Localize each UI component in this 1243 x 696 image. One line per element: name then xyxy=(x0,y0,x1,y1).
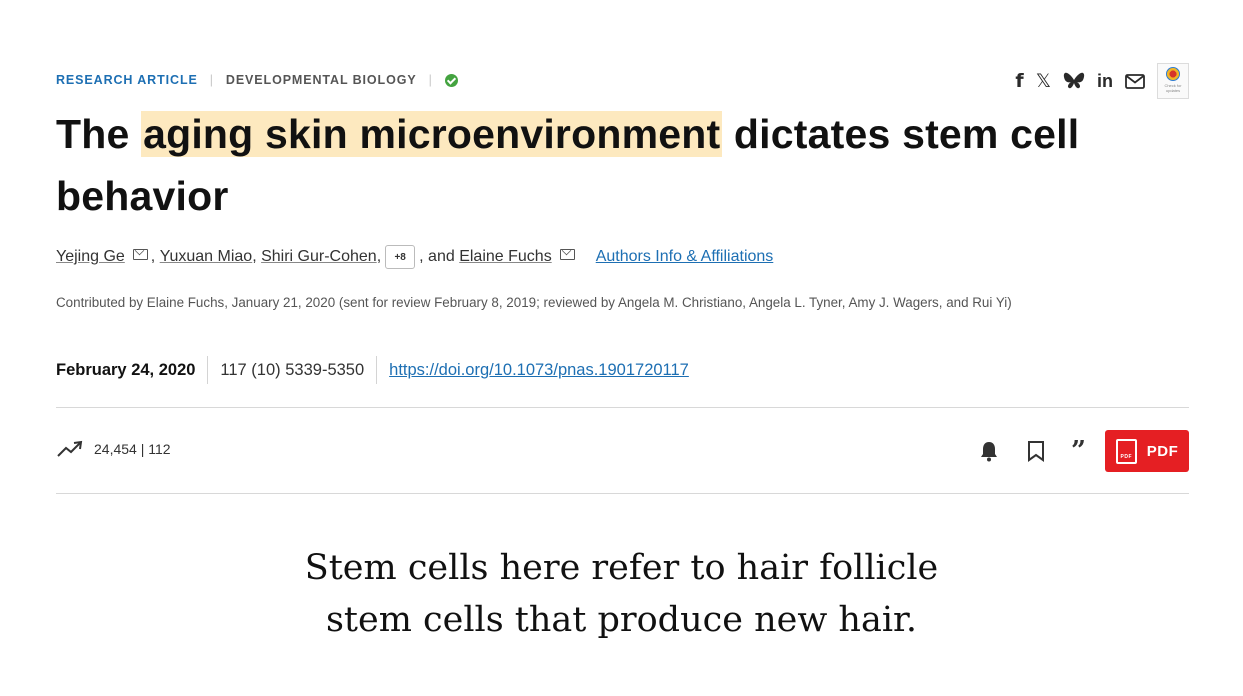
breadcrumb-separator: | xyxy=(428,73,433,87)
author-link[interactable]: Elaine Fuchs xyxy=(459,248,552,266)
author-comma: , xyxy=(252,248,262,265)
title-prefix: The xyxy=(56,111,142,157)
pdf-button[interactable]: PDF PDF xyxy=(1105,430,1189,472)
author-link[interactable]: Shiri Gur-Cohen xyxy=(261,248,377,266)
subject-link[interactable]: DEVELOPMENTAL BIOLOGY xyxy=(226,73,417,87)
quote-icon[interactable]: ” xyxy=(1071,438,1086,464)
check-for-updates-badge[interactable]: Check for updates xyxy=(1157,63,1189,99)
publication-info: February 24, 2020 117 (10) 5339-5350 htt… xyxy=(56,356,689,384)
article-metrics[interactable]: 24,454 | 112 xyxy=(56,440,171,458)
badge-text: Check for updates xyxy=(1164,83,1182,93)
metrics-separator: | xyxy=(136,441,149,457)
pdf-file-icon: PDF xyxy=(1115,438,1137,464)
linkedin-icon[interactable]: in xyxy=(1097,71,1113,92)
trending-icon xyxy=(57,440,83,457)
email-icon[interactable] xyxy=(559,248,575,260)
publication-date: February 24, 2020 xyxy=(56,360,196,379)
divider xyxy=(56,407,1189,408)
author-comma: , xyxy=(150,248,160,265)
divider xyxy=(376,356,378,384)
caption-line: stem cells that produce new hair. xyxy=(325,600,918,640)
citations-count: 112 xyxy=(148,441,171,457)
meta-row: RESEARCH ARTICLE | DEVELOPMENTAL BIOLOGY… xyxy=(56,63,1189,99)
contribution-note: Contributed by Elaine Fuchs, January 21,… xyxy=(56,295,1012,310)
divider xyxy=(207,356,209,384)
more-authors-button[interactable]: +8 xyxy=(385,245,416,269)
title-highlight: aging skin microenvironment xyxy=(141,111,723,157)
views-count: 24,454 xyxy=(94,441,137,457)
doi-link[interactable]: https://doi.org/10.1073/pnas.1901720117 xyxy=(389,361,689,380)
author-comma: , xyxy=(376,248,382,265)
article-breadcrumb: RESEARCH ARTICLE | DEVELOPMENTAL BIOLOGY… xyxy=(56,73,458,87)
divider xyxy=(56,493,1189,494)
caption-overlay: Stem cells here refer to hair follicle s… xyxy=(0,542,1243,646)
share-bar: f 𝕏 in Check for updates xyxy=(1003,63,1189,99)
bluesky-icon[interactable] xyxy=(1063,72,1085,90)
authors-info-link[interactable]: Authors Info & Affiliations xyxy=(596,248,774,266)
check-circle-icon xyxy=(444,73,458,87)
bell-icon[interactable] xyxy=(977,439,1001,463)
email-icon[interactable] xyxy=(132,248,148,260)
x-icon[interactable]: 𝕏 xyxy=(1036,70,1051,92)
article-type-link[interactable]: RESEARCH ARTICLE xyxy=(56,73,198,87)
email-icon[interactable] xyxy=(1125,73,1145,89)
crossmark-icon xyxy=(1166,67,1180,81)
bookmark-icon[interactable] xyxy=(1027,440,1045,462)
caption-line: Stem cells here refer to hair follicle xyxy=(304,548,939,588)
breadcrumb-separator: | xyxy=(209,73,214,87)
author-link[interactable]: Yejing Ge xyxy=(56,248,125,266)
author-list: Yejing Ge , Yuxuan Miao, Shiri Gur-Cohen… xyxy=(56,245,773,269)
article-title: The aging skin microenvironment dictates… xyxy=(56,103,1189,227)
pdf-button-label: PDF xyxy=(1146,442,1179,460)
article-actions: ” PDF PDF xyxy=(951,430,1189,472)
author-and: , and xyxy=(419,248,455,265)
citation-info: 117 (10) 5339-5350 xyxy=(220,360,365,379)
author-link[interactable]: Yuxuan Miao xyxy=(160,248,253,266)
pdf-icon-text: PDF xyxy=(1120,453,1132,460)
facebook-icon[interactable]: f xyxy=(1015,70,1023,92)
